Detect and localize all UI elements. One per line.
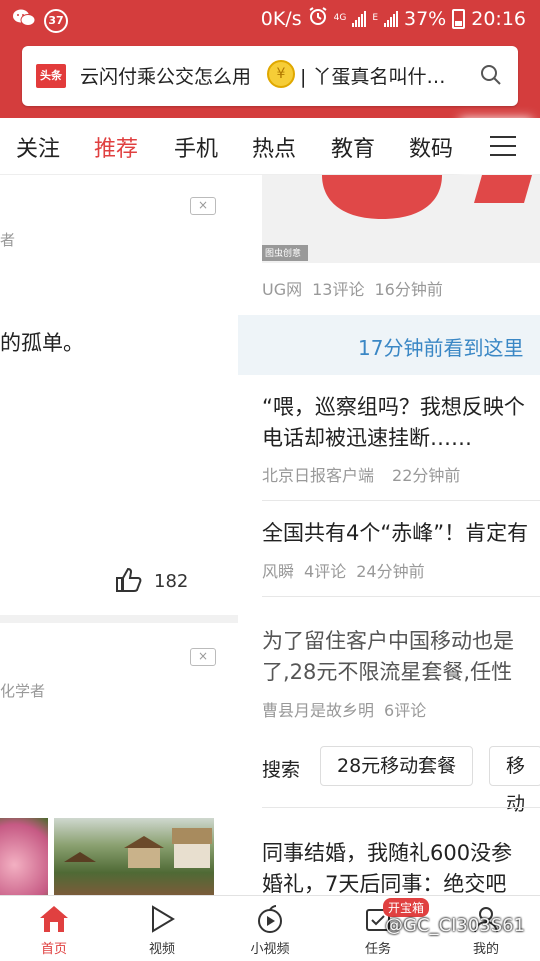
article-title[interactable]: 为了留住客户中国移动也是 bbox=[262, 626, 514, 657]
short-video-icon bbox=[230, 904, 310, 934]
article-title-line2[interactable]: 电话却被迅速挂断…… bbox=[262, 423, 472, 454]
nav-short-video[interactable]: 小视频 bbox=[230, 904, 310, 957]
article-meta: UG网 13评论 16分钟前 bbox=[262, 276, 443, 300]
nav-task-label: 任务 bbox=[364, 942, 391, 957]
article-comments: 6评论 bbox=[384, 701, 427, 720]
author-text: 化学者 bbox=[0, 682, 46, 700]
dismiss-button[interactable]: × bbox=[190, 197, 216, 215]
nav-mine-label: 我的 bbox=[472, 942, 499, 957]
divider bbox=[262, 596, 540, 597]
related-search-chip[interactable]: 28元移动套餐 bbox=[320, 746, 474, 786]
wechat-icon bbox=[12, 8, 36, 33]
search-bar[interactable]: 头条 云闪付乘公交怎么用 ¥ | 丫蛋真名叫什… bbox=[22, 46, 518, 106]
article-source: UG网 bbox=[262, 280, 303, 299]
like-icon[interactable] bbox=[115, 567, 143, 597]
article-meta: 风瞬 4评论 24分钟前 bbox=[262, 558, 425, 582]
dismiss-button[interactable]: × bbox=[190, 648, 216, 666]
nav-home[interactable]: 首页 bbox=[14, 904, 94, 957]
article-source: 风瞬 bbox=[262, 562, 295, 581]
watermark: @GC_CI303S61 bbox=[385, 915, 526, 936]
home-icon bbox=[14, 904, 94, 934]
article-title-line2[interactable]: 了,28元不限流星套餐,任性 bbox=[262, 657, 512, 688]
related-search-label: 搜索 bbox=[262, 759, 301, 781]
battery-percent: 37% bbox=[404, 7, 447, 30]
hero-caption: 图虫创意 bbox=[265, 249, 302, 259]
tab-phone[interactable]: 手机 bbox=[174, 131, 218, 163]
divider bbox=[262, 807, 540, 808]
nav-short-video-label: 小视频 bbox=[250, 942, 290, 957]
article-comments: 4评论 bbox=[304, 562, 347, 581]
signal-icon bbox=[352, 10, 367, 27]
article-source: 北京日报客户端 bbox=[262, 466, 375, 485]
divider bbox=[262, 500, 540, 501]
refresh-position-tip[interactable]: 17分钟前看到这里 bbox=[238, 315, 540, 375]
left-feed-panel: × 者 的孤单。 182 × 化学者 bbox=[0, 175, 238, 896]
like-count: 182 bbox=[154, 571, 189, 592]
article-title[interactable]: 同事结婚，我随礼600没参 bbox=[262, 838, 512, 869]
article-meta: 曹县月是故乡明 6评论 bbox=[262, 697, 426, 721]
search-hint-2[interactable]: | 丫蛋真名叫什… bbox=[300, 62, 445, 89]
tab-hot[interactable]: 热点 bbox=[252, 131, 296, 163]
clock: 20:16 bbox=[471, 7, 526, 30]
article-hero-image[interactable]: 图虫创意 bbox=[262, 175, 540, 263]
nav-video-label: 视频 bbox=[148, 942, 175, 957]
nav-video[interactable]: 视频 bbox=[122, 904, 202, 957]
article-source: 曹县月是故乡明 bbox=[262, 701, 375, 720]
status-bar: 37 0K/s 4G E 37% 20:16 bbox=[0, 0, 540, 36]
search-icon[interactable] bbox=[480, 64, 502, 90]
post-image-village[interactable] bbox=[54, 818, 214, 896]
article-title[interactable]: 全国共有4个“赤峰”！肯定有 bbox=[262, 518, 528, 549]
app-header: 37 0K/s 4G E 37% 20:16 头条 云闪付乘公交怎么用 ¥ | … bbox=[0, 0, 540, 118]
article-title[interactable]: “喂，巡察组吗？我想反映个 bbox=[262, 392, 525, 423]
nav-home-label: 首页 bbox=[40, 942, 67, 957]
tab-recommend[interactable]: 推荐 bbox=[94, 131, 138, 163]
right-feed-panel: 图虫创意 UG网 13评论 16分钟前 17分钟前看到这里 “喂，巡察组吗？我想… bbox=[238, 175, 540, 896]
notification-count-badge: 37 bbox=[44, 8, 68, 33]
tab-education[interactable]: 教育 bbox=[331, 131, 375, 163]
article-meta: 北京日报客户端 22分钟前 bbox=[262, 462, 460, 486]
tab-digital[interactable]: 数码 bbox=[409, 131, 453, 163]
battery-icon bbox=[452, 8, 466, 29]
post-image-flower[interactable] bbox=[0, 818, 48, 896]
article-time: 16分钟前 bbox=[374, 280, 443, 299]
related-search-chip[interactable]: 移动 bbox=[489, 746, 540, 815]
network-speed: 0K/s bbox=[260, 7, 302, 30]
article-time: 24分钟前 bbox=[356, 562, 425, 581]
network-type-1: 4G bbox=[333, 13, 347, 23]
channel-tabs: 关注 推荐 手机 热点 教育 数码 bbox=[0, 118, 540, 175]
play-icon bbox=[122, 904, 202, 934]
alarm-icon bbox=[308, 6, 328, 31]
tab-follow[interactable]: 关注 bbox=[16, 131, 60, 163]
channel-menu-icon[interactable] bbox=[468, 118, 540, 174]
article-time: 22分钟前 bbox=[392, 466, 461, 485]
author-text: 者 bbox=[0, 231, 16, 249]
post-text[interactable]: 的孤单。 bbox=[0, 327, 84, 357]
search-hint-1[interactable]: 云闪付乘公交怎么用 bbox=[80, 62, 251, 89]
signal-icon-2 bbox=[384, 10, 398, 27]
refresh-position-text: 17分钟前看到这里 bbox=[358, 336, 524, 360]
network-type-2: E bbox=[372, 13, 378, 23]
coin-icon: ¥ bbox=[267, 60, 295, 88]
card-separator bbox=[0, 615, 238, 623]
article-comments: 13评论 bbox=[312, 280, 365, 299]
toutiao-logo: 头条 bbox=[36, 64, 66, 88]
